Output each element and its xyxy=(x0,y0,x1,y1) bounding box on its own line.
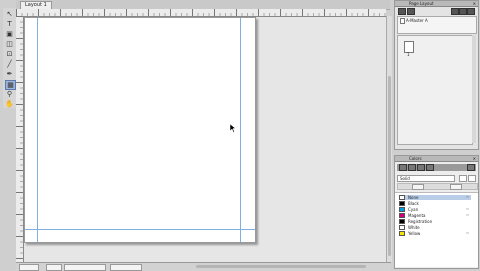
swatch-chip xyxy=(399,231,405,236)
horizontal-ruler[interactable] xyxy=(16,9,386,17)
shape-tool-icon[interactable]: ◫ xyxy=(5,40,14,48)
colors-toolbar xyxy=(397,164,476,171)
swatch-name: Cyan xyxy=(408,207,419,212)
swatch-name: Black xyxy=(408,201,419,206)
master-pages-list: A-Master A xyxy=(397,16,477,34)
mouse-cursor-icon xyxy=(230,124,236,133)
stroke-color-button[interactable] xyxy=(408,164,416,171)
page-layout-panel-title: Page Layout xyxy=(409,1,434,6)
color-type-field[interactable]: Solid xyxy=(397,175,455,182)
page-number-label: 1 xyxy=(407,52,410,57)
document-tab-label: Layout 1 xyxy=(25,2,47,8)
tools-palette: ↖ T ▣ ◫ ⊡ ╱ ✒ ▦ ⚲ ✋ xyxy=(3,8,17,108)
swap-colors-button[interactable] xyxy=(426,164,434,171)
swatch-item-cyan[interactable]: Cyan ▭ xyxy=(399,207,471,212)
duplicate-page-button[interactable] xyxy=(407,8,415,15)
move-page-button[interactable] xyxy=(459,8,467,15)
table-tool-icon[interactable]: ▦ xyxy=(5,80,16,90)
swatch-item-magenta[interactable]: Magenta ▭ xyxy=(399,213,471,218)
swatch-chip xyxy=(399,201,405,206)
master-page-thumbnail[interactable] xyxy=(400,18,405,24)
new-page-button[interactable] xyxy=(398,8,406,15)
vertical-scrollbar[interactable] xyxy=(386,16,392,262)
swatch-chip xyxy=(399,207,405,212)
document-tab[interactable]: Layout 1 xyxy=(20,1,52,9)
swatch-chip xyxy=(399,225,405,230)
pointer-icon[interactable]: ↖ xyxy=(5,10,14,18)
new-swatch-button[interactable] xyxy=(468,175,476,182)
swatch-name: Registration xyxy=(408,219,433,224)
pasteboard[interactable] xyxy=(24,17,386,262)
swatch-item-registration[interactable]: Registration xyxy=(399,219,471,224)
swatch-chip xyxy=(399,219,405,224)
page-layout-panel: Page Layout ✕ A-Master A 1 xyxy=(394,0,479,150)
swatch-item-black[interactable]: Black xyxy=(399,201,471,206)
bottom-margin-guide[interactable] xyxy=(25,229,255,230)
zoom-tool-icon[interactable]: ⚲ xyxy=(5,90,14,98)
line-tool-icon[interactable]: ╱ xyxy=(5,60,14,68)
text-tool-icon[interactable]: T xyxy=(5,20,14,28)
colors-options-button[interactable] xyxy=(467,164,475,171)
fill-color-button[interactable] xyxy=(399,164,407,171)
pages-list: 1 xyxy=(397,35,473,145)
filter-process-button[interactable] xyxy=(450,184,462,190)
swatch-chip xyxy=(399,195,405,200)
swatch-chip xyxy=(399,213,405,218)
pages-panel-scrollbar[interactable] xyxy=(472,35,476,143)
swatch-type-icon: ▭ xyxy=(466,195,469,199)
left-margin-guide[interactable] xyxy=(37,18,38,242)
colors-panel-title-bar[interactable]: Colors ✕ xyxy=(395,156,478,162)
frame-tool-icon[interactable]: ▣ xyxy=(5,30,14,38)
image-tool-icon[interactable]: ⊡ xyxy=(5,50,14,58)
swatch-list: None ▭ Black Cyan ▭ Magenta ▭ Registrati… xyxy=(395,192,478,267)
document-page[interactable] xyxy=(24,17,256,243)
horizontal-scroll-thumb[interactable] xyxy=(196,265,366,268)
vertical-scroll-thumb[interactable] xyxy=(388,76,391,256)
page-options-button[interactable] xyxy=(467,8,475,15)
swatch-name: None xyxy=(408,195,419,200)
colors-panel: Colors ✕ Solid None ▭ Black Cyan ▭ Magen… xyxy=(394,155,479,269)
swatch-name: Yellow xyxy=(408,231,421,236)
vertical-ruler[interactable] xyxy=(16,16,24,262)
pan-tool-icon[interactable]: ✋ xyxy=(5,100,14,108)
swatch-filter-row xyxy=(397,183,478,190)
color-type-value: Solid xyxy=(400,176,410,181)
delete-page-button[interactable] xyxy=(451,8,459,15)
text-color-button[interactable] xyxy=(417,164,425,171)
swatch-item-none[interactable]: None ▭ xyxy=(399,195,471,200)
swatch-name: White xyxy=(408,225,420,230)
right-margin-guide[interactable] xyxy=(240,18,241,242)
pen-tool-icon[interactable]: ✒ xyxy=(5,70,14,78)
master-page-label[interactable]: A-Master A xyxy=(406,18,428,23)
page-layout-panel-title-bar[interactable]: Page Layout ✕ xyxy=(395,1,478,7)
swatch-type-icon: ▭ xyxy=(466,207,469,211)
close-icon[interactable]: ✕ xyxy=(473,1,476,6)
swatch-item-white[interactable]: White xyxy=(399,225,471,230)
swatch-type-icon: ▭ xyxy=(466,231,469,235)
filter-all-button[interactable] xyxy=(412,184,424,190)
tint-button[interactable] xyxy=(459,175,467,182)
close-icon[interactable]: ✕ xyxy=(473,156,476,161)
swatch-item-yellow[interactable]: Yellow ▭ xyxy=(399,231,471,236)
colors-panel-title: Colors xyxy=(409,156,422,161)
swatch-name: Magenta xyxy=(408,213,426,218)
swatch-type-icon: ▭ xyxy=(466,213,469,217)
